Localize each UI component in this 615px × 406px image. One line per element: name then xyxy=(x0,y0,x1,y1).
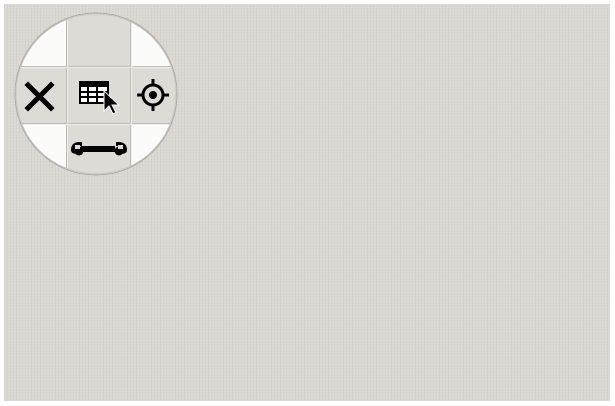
select-table-button[interactable] xyxy=(68,68,130,122)
select-table-cursor-icon xyxy=(79,81,121,115)
target-button[interactable] xyxy=(132,68,176,122)
crosshair-target-icon xyxy=(137,79,169,111)
desktop-background xyxy=(4,4,610,401)
wrench-icon xyxy=(71,142,127,156)
close-icon xyxy=(24,81,55,112)
radial-menu xyxy=(12,12,180,176)
close-button[interactable] xyxy=(16,68,66,122)
settings-button[interactable] xyxy=(68,124,130,172)
radial-menu-top-slot[interactable] xyxy=(68,18,130,66)
